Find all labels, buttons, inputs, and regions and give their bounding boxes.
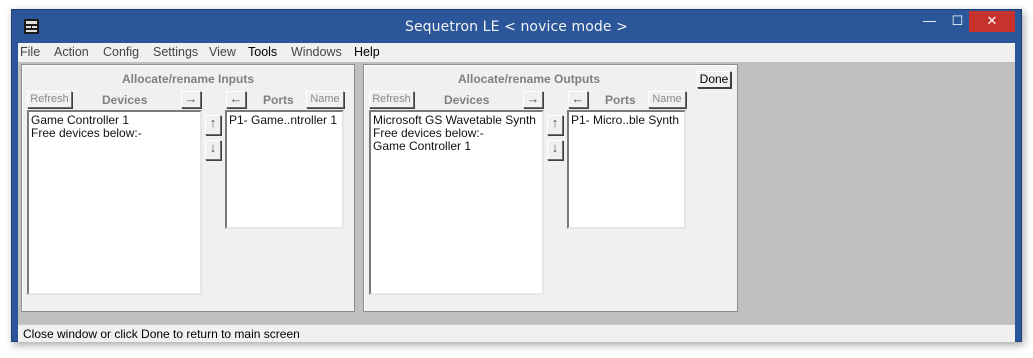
- inputs-devices-label: Devices: [102, 93, 148, 107]
- menu-settings[interactable]: Settings: [153, 45, 198, 59]
- outputs-assign-arrow-right-icon[interactable]: →: [523, 91, 543, 108]
- outputs-panel: Allocate/rename Outputs Done Refresh Dev…: [363, 64, 738, 312]
- status-text: Close window or click Done to return to …: [23, 327, 300, 341]
- done-button[interactable]: Done: [697, 71, 731, 88]
- list-item[interactable]: P1- Micro..ble Synth: [571, 114, 682, 127]
- close-icon[interactable]: ✕: [969, 11, 1015, 32]
- status-bar: Close window or click Done to return to …: [18, 324, 1015, 342]
- window-title: Sequetron LE < novice mode >: [404, 19, 629, 35]
- outputs-move-up-icon[interactable]: ↑: [547, 115, 563, 135]
- outputs-ports-list[interactable]: P1- Micro..ble Synth: [567, 110, 686, 229]
- menu-file[interactable]: File: [20, 45, 40, 59]
- menu-config[interactable]: Config: [103, 45, 139, 59]
- menu-help[interactable]: Help: [354, 45, 380, 59]
- maximize-icon[interactable]: ☐: [944, 11, 971, 32]
- menu-windows[interactable]: Windows: [291, 45, 342, 59]
- inputs-move-down-icon[interactable]: ↓: [205, 140, 221, 160]
- menu-action[interactable]: Action: [54, 45, 89, 59]
- list-item[interactable]: Free devices below:-: [31, 127, 198, 140]
- inputs-panel: Allocate/rename Inputs Refresh Devices →…: [21, 64, 355, 312]
- minimize-icon[interactable]: —: [916, 11, 943, 32]
- inputs-panel-title: Allocate/rename Inputs: [121, 72, 255, 86]
- outputs-panel-title: Allocate/rename Outputs: [457, 72, 601, 86]
- inputs-ports-label: Ports: [263, 93, 294, 107]
- outputs-move-down-icon[interactable]: ↓: [547, 140, 563, 160]
- inputs-unassign-arrow-left-icon[interactable]: ←: [226, 91, 246, 108]
- outputs-devices-list[interactable]: Microsoft GS Wavetable Synth Free device…: [369, 110, 544, 295]
- inputs-refresh-button[interactable]: Refresh: [27, 91, 72, 108]
- inputs-ports-list[interactable]: P1- Game..ntroller 1: [225, 110, 344, 229]
- inputs-move-up-icon[interactable]: ↑: [205, 115, 221, 135]
- list-item[interactable]: Game Controller 1: [373, 140, 540, 153]
- outputs-refresh-button[interactable]: Refresh: [369, 91, 414, 108]
- inputs-devices-list[interactable]: Game Controller 1 Free devices below:-: [27, 110, 202, 295]
- inputs-assign-arrow-right-icon[interactable]: →: [181, 91, 201, 108]
- title-bar[interactable]: Sequetron LE < novice mode > — ☐ ✕: [12, 10, 1021, 43]
- client-area: File Action Config Settings View Tools W…: [18, 43, 1015, 342]
- menu-tools[interactable]: Tools: [248, 45, 277, 59]
- outputs-devices-label: Devices: [444, 93, 490, 107]
- app-window: Sequetron LE < novice mode > — ☐ ✕ File …: [11, 9, 1022, 342]
- work-area: Allocate/rename Inputs Refresh Devices →…: [18, 62, 1015, 324]
- list-item[interactable]: P1- Game..ntroller 1: [229, 114, 340, 127]
- outputs-rename-button[interactable]: Name: [648, 91, 686, 108]
- outputs-unassign-arrow-left-icon[interactable]: ←: [568, 91, 588, 108]
- outputs-ports-label: Ports: [605, 93, 636, 107]
- menu-view[interactable]: View: [209, 45, 236, 59]
- inputs-rename-button[interactable]: Name: [306, 91, 344, 108]
- menu-bar: File Action Config Settings View Tools W…: [18, 43, 1015, 62]
